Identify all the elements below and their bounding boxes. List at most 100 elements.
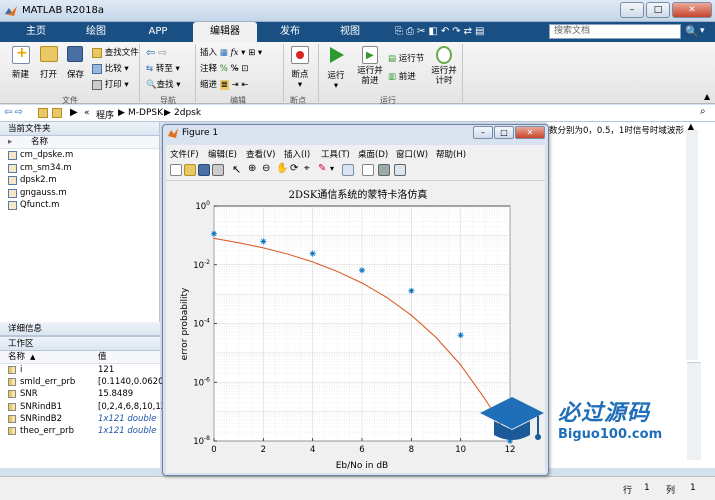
compare-button[interactable]: 比较 ▾ — [92, 62, 129, 74]
file-name: Qfunct.m — [20, 200, 60, 210]
menu-tools[interactable]: 工具(T) — [321, 148, 350, 160]
maximize-button[interactable]: □ — [646, 2, 670, 18]
menu-desktop[interactable]: 桌面(D) — [358, 148, 388, 160]
variable-value: [0,2,4,6,8,10,12] — [98, 401, 170, 412]
new-button[interactable]: + 新建 — [12, 45, 30, 80]
breadcrumb-overflow[interactable]: « — [84, 108, 90, 118]
figure-minimize-button[interactable]: – — [473, 126, 493, 139]
tab-publish[interactable]: 发布 — [258, 22, 322, 42]
menu-help[interactable]: 帮助(H) — [436, 148, 466, 160]
minimize-button[interactable]: – — [620, 2, 644, 18]
variable-name: SNRindB2 — [20, 413, 63, 424]
section-icon: ⊞ — [248, 48, 256, 58]
tab-home[interactable]: 主页 — [6, 22, 66, 42]
nav-buttons-icon[interactable]: ⇦⇨ — [4, 107, 25, 118]
brush-icon[interactable]: ✎ — [318, 163, 326, 174]
watermark-brand: 必过源码 — [558, 401, 651, 426]
breakpoints-button[interactable]: 断点 ▾ — [288, 46, 312, 90]
breadcrumb-mdpsk[interactable]: M-DPSK — [128, 108, 163, 118]
tab-editor[interactable]: 编辑器 — [193, 22, 257, 42]
advance-button[interactable]: ▥ 前进 — [388, 70, 416, 82]
find-button[interactable]: 🔍查找 ▾ — [146, 78, 181, 90]
figure-close-button[interactable]: ✕ — [515, 126, 545, 139]
tab-apps[interactable]: APP — [126, 22, 190, 42]
run-and-time-button[interactable]: 运行并 计时 — [430, 46, 458, 86]
variable-grid-icon — [8, 426, 16, 435]
breadcrumb-programs[interactable]: 程序 — [96, 108, 114, 121]
zoom-out-icon[interactable]: ⊖ — [262, 163, 270, 174]
search-icon[interactable]: 🔍 — [685, 25, 699, 38]
insert-button[interactable]: 插入 ▦ fx ▾ ⊞ ▾ — [200, 46, 262, 58]
workspace-column-header[interactable]: 名称 ▲ 值 — [0, 351, 160, 364]
column-header[interactable]: ▸ 名称 — [0, 136, 159, 149]
row-label: 行 — [623, 486, 633, 496]
brush-dropdown-icon[interactable]: ▾ — [330, 164, 334, 173]
zoom-in-icon[interactable]: ⊕ — [248, 163, 256, 174]
save-figure-icon[interactable] — [198, 164, 210, 176]
folder-open-icon — [40, 46, 58, 62]
collapse-ribbon-icon[interactable]: ▲ — [704, 92, 710, 101]
root-drive-icon[interactable]: ▶ — [70, 107, 78, 118]
vertical-scrollbar[interactable] — [686, 130, 698, 360]
workspace-variable-row[interactable]: smld_err_prb [0.1140,0.0620,0. — [0, 376, 174, 388]
menu-window[interactable]: 窗口(W) — [396, 148, 428, 160]
menu-file[interactable]: 文件(F) — [170, 148, 199, 160]
file-item[interactable]: gngauss.m — [0, 187, 159, 200]
rotate-3d-icon[interactable]: ⟳ — [290, 163, 298, 174]
close-button[interactable]: ✕ — [672, 2, 712, 18]
pointer-icon[interactable]: ↖ — [232, 163, 241, 176]
x-tick-label: 6 — [359, 445, 364, 455]
menu-insert[interactable]: 插入(I) — [284, 148, 310, 160]
matlab-logo-icon — [5, 6, 17, 16]
workspace-variable-row[interactable]: i 121 — [0, 364, 160, 376]
status-bar: 行 1 列 1 — [0, 476, 715, 500]
save-button[interactable]: 保存 — [67, 46, 84, 80]
menu-edit[interactable]: 编辑(E) — [208, 148, 237, 160]
workspace-variable-row[interactable]: SNRindB2 1x121 double — [0, 413, 160, 425]
run-advance-button[interactable]: ▶ 运行并 前进 — [355, 46, 385, 86]
print-figure-icon[interactable] — [212, 164, 224, 176]
back-forward-buttons[interactable]: ⇦ ⇨ — [146, 46, 167, 59]
file-item[interactable]: dpsk2.m — [0, 174, 159, 187]
browse-folder-icon[interactable] — [52, 108, 62, 118]
link-plot-icon[interactable] — [342, 164, 354, 176]
goto-button[interactable]: ⇆ 转至 ▾ — [146, 62, 180, 74]
find-label: 查找 — [156, 80, 174, 90]
indent-button[interactable]: 缩进 ≣ ⇥ ⇤ — [200, 78, 249, 90]
workspace-variable-row[interactable]: theo_err_prb 1x121 double — [0, 425, 160, 437]
run-button[interactable]: 运行 ▾ — [324, 46, 348, 91]
new-figure-icon[interactable] — [170, 164, 182, 176]
open-file-icon[interactable] — [184, 164, 196, 176]
open-button[interactable]: 打开 — [40, 46, 58, 80]
colorbar-icon[interactable] — [362, 164, 374, 176]
search-folder-icon[interactable]: ⌕ — [700, 106, 706, 117]
file-item[interactable]: cm_sm34.m — [0, 162, 159, 175]
workspace-variable-row[interactable]: SNR 15.8489 — [0, 388, 160, 400]
data-cursor-icon[interactable]: ⌖ — [304, 163, 310, 174]
pan-hand-icon[interactable]: ✋ — [276, 163, 288, 174]
details-panel-header[interactable]: 详细信息 — [0, 322, 160, 336]
workspace-panel: 工作区 名称 ▲ 值 i 121 smld_err_prb [0.1140,0.06… — [0, 336, 174, 468]
find-files-button[interactable]: 查找文件 — [92, 46, 139, 58]
tab-plots[interactable]: 绘图 — [66, 22, 126, 42]
comment-button[interactable]: 注释 % %̶ ⊡ — [200, 62, 248, 74]
breadcrumb-2dpsk[interactable]: 2dpsk — [174, 108, 201, 118]
hide-plot-tools-icon[interactable] — [378, 164, 390, 176]
print-button[interactable]: 打印 ▾ — [92, 78, 129, 90]
folder-icon[interactable] — [38, 108, 48, 118]
run-section-button[interactable]: ▤ 运行节 — [388, 52, 424, 64]
menu-view[interactable]: 查看(V) — [246, 148, 275, 160]
m-file-icon — [8, 188, 17, 198]
figure-title-bar[interactable]: Figure 1 – □ ✕ — [163, 125, 548, 142]
expand-chevron-icon[interactable]: ▾ — [700, 26, 705, 36]
breadcrumb-sep: ▶ — [118, 108, 125, 118]
tab-view[interactable]: 视图 — [322, 22, 378, 42]
file-item[interactable]: cm_dpske.m — [0, 149, 159, 162]
run-icon — [330, 47, 344, 63]
file-item[interactable]: Qfunct.m — [0, 199, 159, 212]
workspace-variable-row[interactable]: SNRindB1 [0,2,4,6,8,10,12] — [0, 401, 170, 413]
quick-access-icons[interactable]: ⎘⎙✂◧↶↷⇄▤ — [395, 26, 487, 37]
search-docs-input[interactable]: 搜索文档 — [549, 24, 681, 39]
show-plot-tools-icon[interactable] — [394, 164, 406, 176]
figure-maximize-button[interactable]: □ — [494, 126, 514, 139]
